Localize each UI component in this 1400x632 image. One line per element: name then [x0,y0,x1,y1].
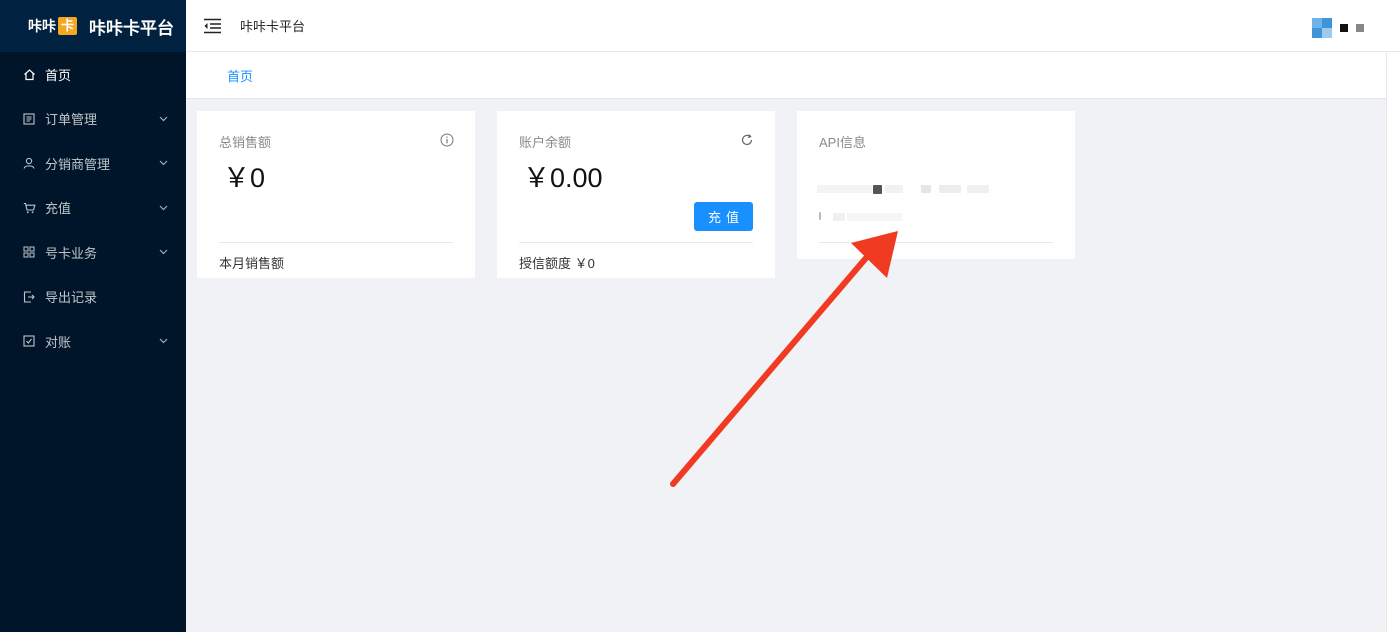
arrow-shaft [670,255,869,487]
annotation-arrow [670,231,898,487]
